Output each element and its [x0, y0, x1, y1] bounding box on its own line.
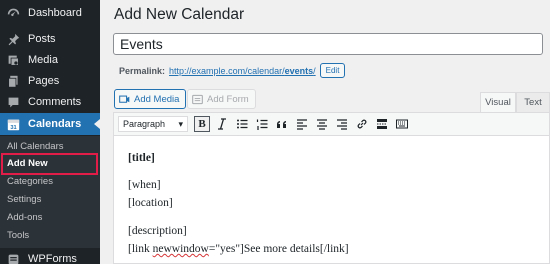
menu-posts[interactable]: Posts: [0, 28, 100, 50]
add-media-button[interactable]: Add Media: [114, 89, 187, 109]
chevron-down-icon: ▾: [178, 118, 183, 129]
menu-media[interactable]: Media: [0, 49, 100, 71]
page-title: Add New Calendar: [114, 6, 245, 23]
menu-comments[interactable]: Comments: [0, 91, 100, 113]
menu-label: Pages: [28, 75, 60, 87]
tab-visual[interactable]: Visual: [480, 92, 516, 112]
numbered-list-icon: [256, 119, 268, 130]
blockquote-button[interactable]: [274, 116, 290, 132]
edit-permalink-button[interactable]: Edit: [319, 63, 346, 78]
content-description-shortcode: [description]: [128, 225, 187, 237]
menu-label: Media: [28, 54, 58, 66]
link-pre: [link: [128, 243, 153, 255]
permalink-trail: /: [313, 65, 316, 76]
menu-dashboard[interactable]: Dashboard: [0, 2, 100, 24]
keyboard-icon: [396, 119, 408, 129]
add-form-label: Add Form: [207, 93, 249, 105]
bold-button[interactable]: B: [194, 116, 210, 132]
menu-label: Calendars: [28, 118, 82, 130]
media-camera-icon: [119, 94, 130, 105]
menu-label: Comments: [28, 96, 82, 108]
align-right-button[interactable]: [334, 116, 350, 132]
align-center-button[interactable]: [314, 116, 330, 132]
insert-link-button[interactable]: [354, 116, 370, 132]
spellcheck-word: newwindow: [152, 243, 209, 255]
form-icon: [192, 94, 203, 105]
submenu-categories[interactable]: Categories: [7, 174, 53, 190]
comments-icon: [6, 95, 20, 109]
permalink-base: http://example.com/calendar/: [169, 65, 285, 76]
add-media-label: Add Media: [134, 93, 180, 105]
format-select[interactable]: Paragraph ▾: [118, 116, 188, 132]
italic-icon: [218, 118, 226, 130]
italic-button[interactable]: [214, 116, 230, 132]
quote-icon: [277, 121, 286, 128]
align-center-icon: [317, 119, 327, 130]
link-icon: [357, 119, 367, 129]
menu-label: Dashboard: [28, 7, 82, 19]
submenu-settings[interactable]: Settings: [7, 192, 41, 208]
calendar-badge-number: 31: [10, 124, 16, 130]
submenu-tools[interactable]: Tools: [7, 228, 29, 244]
bullet-list-button[interactable]: [234, 116, 250, 132]
media-icon: [6, 53, 20, 67]
permalink-label: Permalink:: [119, 65, 166, 76]
menu-wpforms[interactable]: WPForms: [0, 248, 100, 264]
link-post: ="yes"]See more details[/link]: [208, 243, 349, 255]
dashboard-icon: [6, 6, 20, 20]
submenu-add-ons[interactable]: Add-ons: [7, 210, 42, 226]
content-location-shortcode: [location]: [128, 197, 173, 209]
pushpin-icon: [6, 32, 20, 46]
calendar-icon: 31: [6, 117, 20, 131]
admin-sidebar: Dashboard Posts Media Pages Comments 31 …: [0, 0, 100, 264]
pages-icon: [6, 74, 20, 88]
align-left-button[interactable]: [294, 116, 310, 132]
add-form-button[interactable]: Add Form: [187, 89, 256, 109]
content-title-shortcode: [title]: [128, 152, 155, 164]
content-when-shortcode: [when]: [128, 179, 161, 191]
align-right-icon: [337, 119, 347, 130]
menu-label: WPForms: [28, 253, 77, 264]
numbered-list-button[interactable]: [254, 116, 270, 132]
menu-label: Posts: [28, 33, 56, 45]
editor-content-area[interactable]: [title] [when] [location] [description] …: [113, 136, 550, 264]
post-title-input[interactable]: Events: [113, 33, 543, 55]
read-more-icon: [377, 119, 387, 129]
tab-text[interactable]: Text: [516, 92, 550, 112]
permalink-link[interactable]: http://example.com/calendar/events/: [169, 66, 316, 76]
toolbar-toggle-button[interactable]: [394, 116, 410, 132]
add-new-highlight: [1, 153, 98, 175]
format-select-value: Paragraph: [123, 119, 166, 129]
align-left-icon: [297, 119, 307, 130]
permalink-slug: events: [284, 65, 314, 76]
menu-pages[interactable]: Pages: [0, 70, 100, 92]
content-link-shortcode: [link newwindow="yes"]See more details[/…: [128, 243, 349, 255]
menu-calendars[interactable]: 31 Calendars: [0, 113, 100, 135]
bullet-list-icon: [237, 119, 248, 129]
read-more-button[interactable]: [374, 116, 390, 132]
wpforms-icon: [6, 252, 20, 264]
editor-toolbar: Paragraph ▾ B: [113, 112, 550, 136]
permalink-row: Permalink: http://example.com/calendar/e…: [119, 63, 346, 78]
